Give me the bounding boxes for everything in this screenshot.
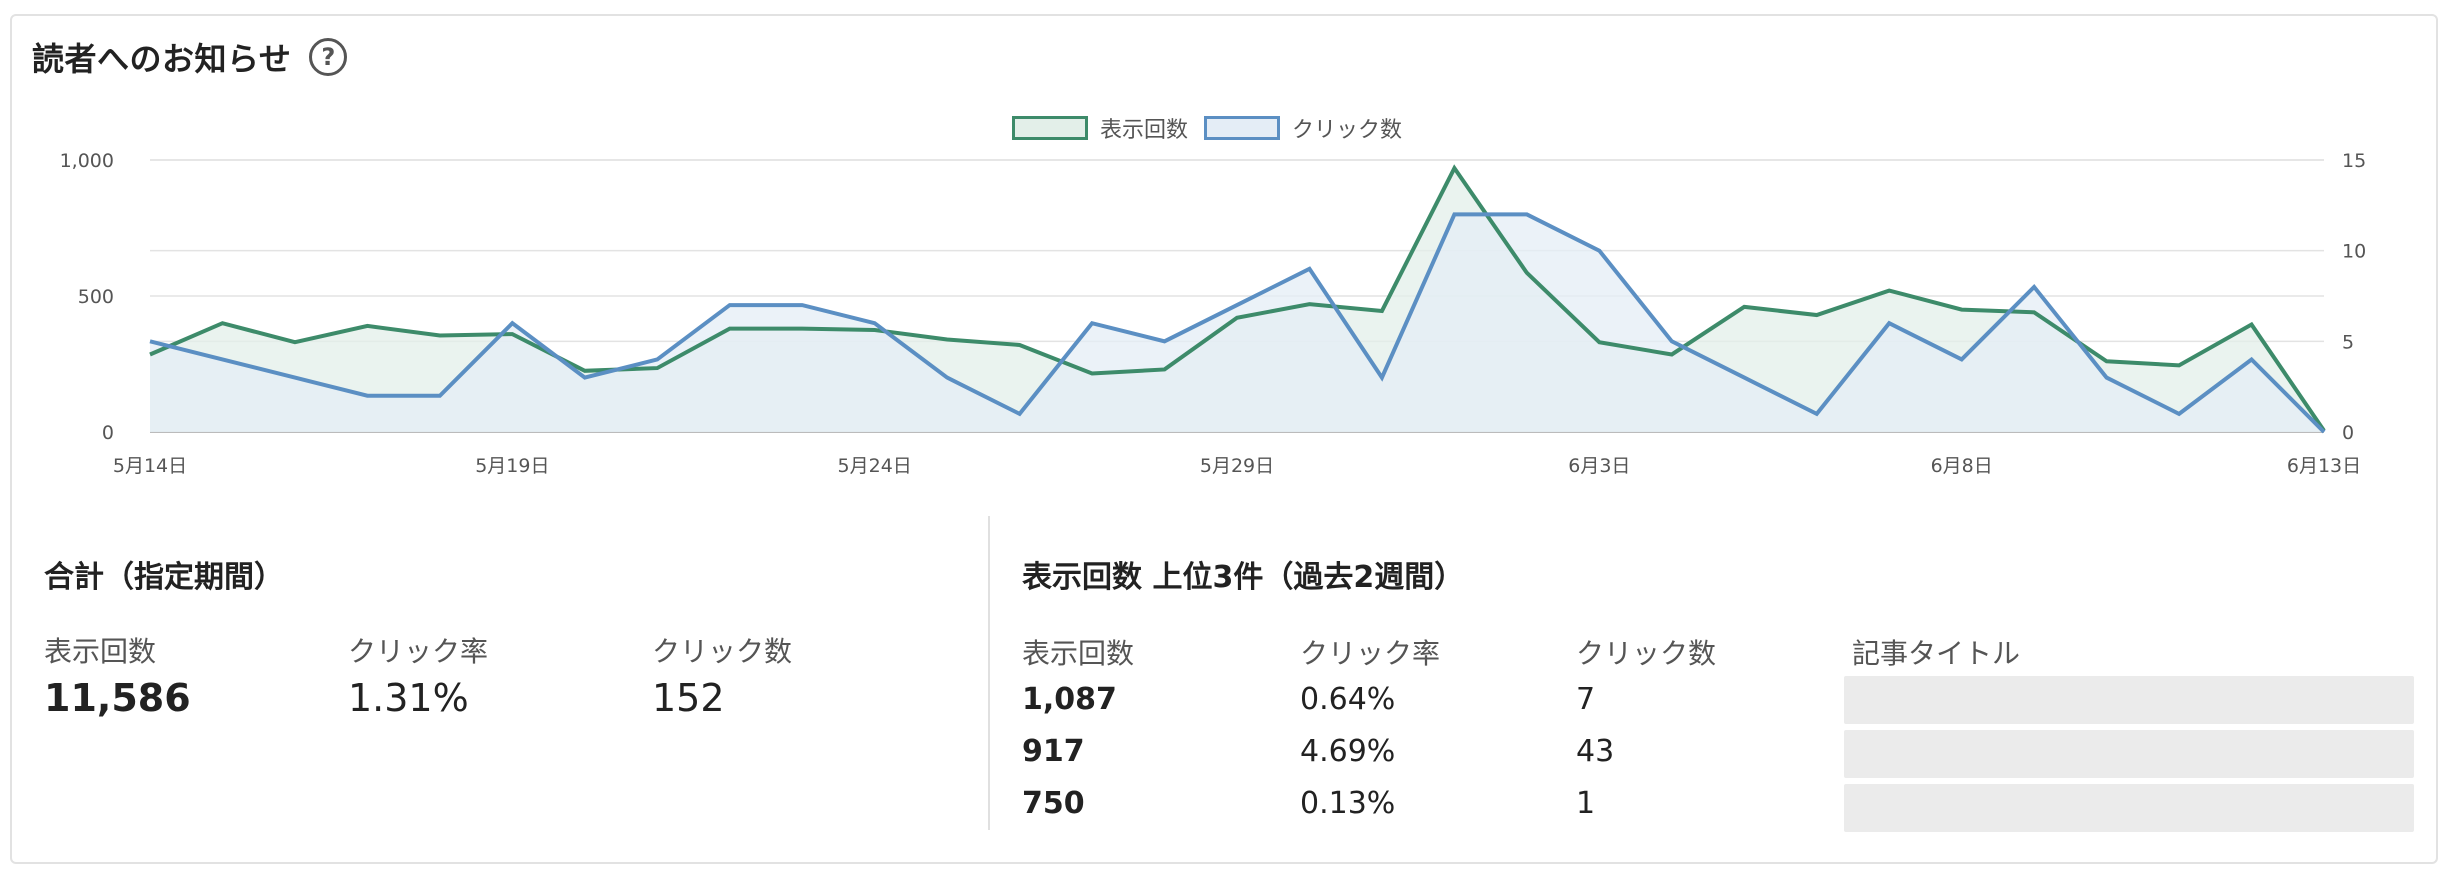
x-tick-label: 6月13日 [2287, 455, 2361, 477]
y-right-tick-label: 5 [2342, 331, 2354, 353]
y-right-tick-label: 0 [2342, 422, 2354, 444]
top3-row-clicks: 7 [1576, 682, 1596, 717]
top3-row-clicks: 1 [1576, 786, 1596, 821]
article-title-placeholder[interactable] [1844, 730, 2414, 778]
top3-row-clicks: 43 [1576, 734, 1615, 769]
x-tick-label: 5月19日 [475, 455, 549, 477]
top3-row-impressions: 917 [1022, 734, 1085, 769]
impressions-clicks-chart: 0 500 1,000 0 5 10 15 5月14日 5月19日 5月24日 5月29日 6月3日 6… [60, 150, 2367, 477]
totals-impressions-value: 11,586 [44, 676, 191, 720]
totals-impressions-label: 表示回数 [44, 635, 157, 668]
top3-header-impressions: 表示回数 [1022, 637, 1135, 670]
x-tick-label: 5月14日 [113, 455, 187, 477]
top3-row-impressions: 750 [1022, 786, 1085, 821]
totals-title: 合計（指定期間） [44, 560, 284, 595]
x-tick-label: 6月8日 [1931, 455, 1993, 477]
x-tick-label: 5月29日 [1200, 455, 1274, 477]
top3-title: 表示回数 上位3件（過去2週間） [1022, 560, 1465, 595]
y-left-tick-label: 500 [78, 286, 114, 308]
totals-ctr-value: 1.31% [348, 676, 469, 720]
y-left-tick-label: 1,000 [60, 150, 114, 172]
x-tick-label: 6月3日 [1568, 455, 1630, 477]
y-right-tick-label: 15 [2342, 150, 2366, 172]
top3-row-impressions: 1,087 [1022, 682, 1117, 717]
article-title-placeholder[interactable] [1844, 676, 2414, 724]
y-left-tick-label: 0 [102, 422, 114, 444]
top3-header-article-title: 記事タイトル [1852, 637, 2021, 670]
y-right-tick-label: 10 [2342, 241, 2366, 263]
section-divider [988, 516, 990, 830]
totals-ctr-label: クリック率 [348, 635, 489, 668]
article-title-placeholder[interactable] [1844, 784, 2414, 832]
top3-row-ctr: 0.64% [1300, 682, 1396, 717]
x-tick-label: 5月24日 [838, 455, 912, 477]
totals-clicks-label: クリック数 [652, 635, 793, 668]
top3-header-clicks: クリック数 [1576, 637, 1717, 670]
totals-clicks-value: 152 [652, 676, 725, 720]
top3-row-ctr: 4.69% [1300, 734, 1396, 769]
top3-header-ctr: クリック率 [1300, 637, 1441, 670]
top3-row-ctr: 0.13% [1300, 786, 1396, 821]
